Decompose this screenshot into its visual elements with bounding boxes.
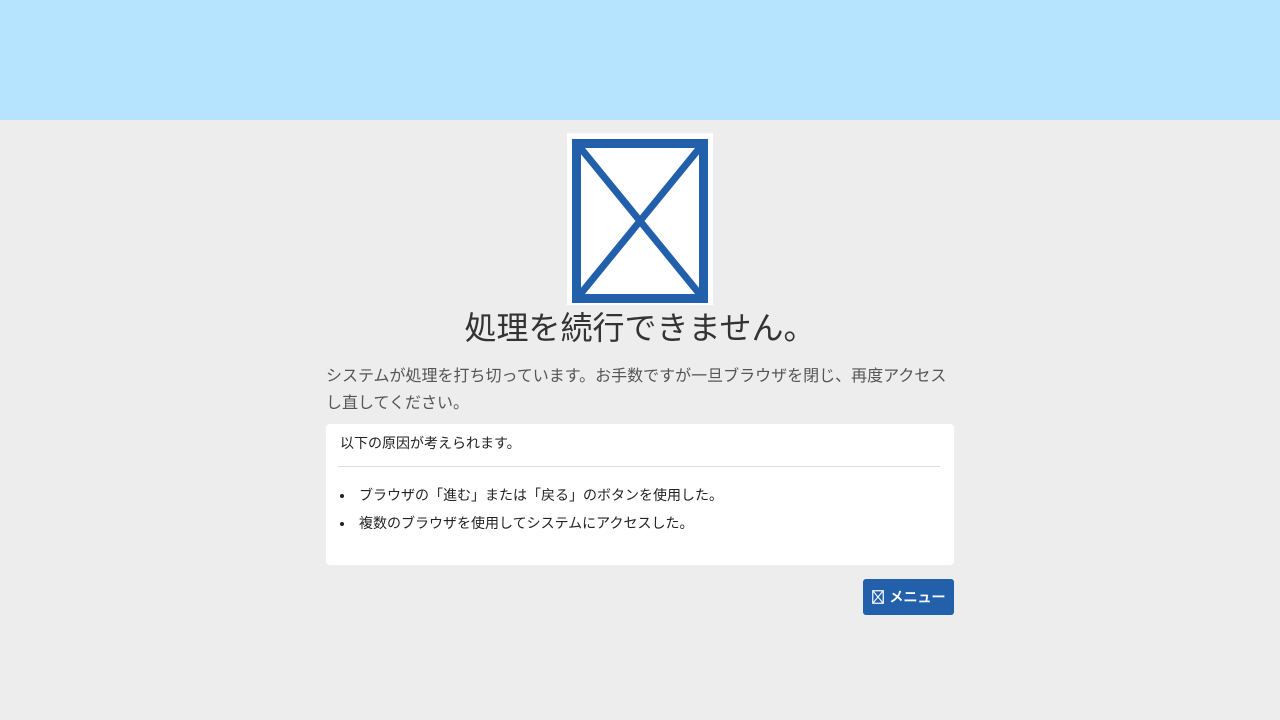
bullet bbox=[340, 522, 344, 526]
bullet bbox=[340, 494, 344, 498]
causes-card: 以下の原因が考えられます。 ブラウザの「進む」または「戻る」のボタンを使用した。… bbox=[326, 424, 954, 565]
list-item: ブラウザの「進む」または「戻る」のボタンを使用した。 bbox=[340, 482, 723, 510]
list-item-text: 複数のブラウザを使用してシステムにアクセスした。 bbox=[359, 516, 694, 532]
list-item-text: ブラウザの「進む」または「戻る」のボタンを使用した。 bbox=[359, 488, 723, 504]
error-title: 処理を続行できません。 bbox=[464, 309, 816, 347]
error-description: システムが処理を打ち切っています。お手数ですが一旦ブラウザを閉じ、再度アクセスし… bbox=[326, 366, 947, 412]
broken-image-icon bbox=[567, 133, 713, 305]
menu-button-label: メニュー bbox=[889, 590, 946, 606]
divider bbox=[338, 466, 940, 467]
causes-list: ブラウザの「進む」または「戻る」のボタンを使用した。 複数のブラウザを使用してシ… bbox=[340, 482, 723, 538]
causes-header: 以下の原因が考えられます。 bbox=[340, 436, 521, 452]
header-band bbox=[0, 0, 1280, 120]
menu-button[interactable]: メニュー bbox=[863, 579, 954, 615]
broken-image-icon bbox=[871, 590, 884, 604]
list-item: 複数のブラウザを使用してシステムにアクセスした。 bbox=[340, 510, 723, 538]
